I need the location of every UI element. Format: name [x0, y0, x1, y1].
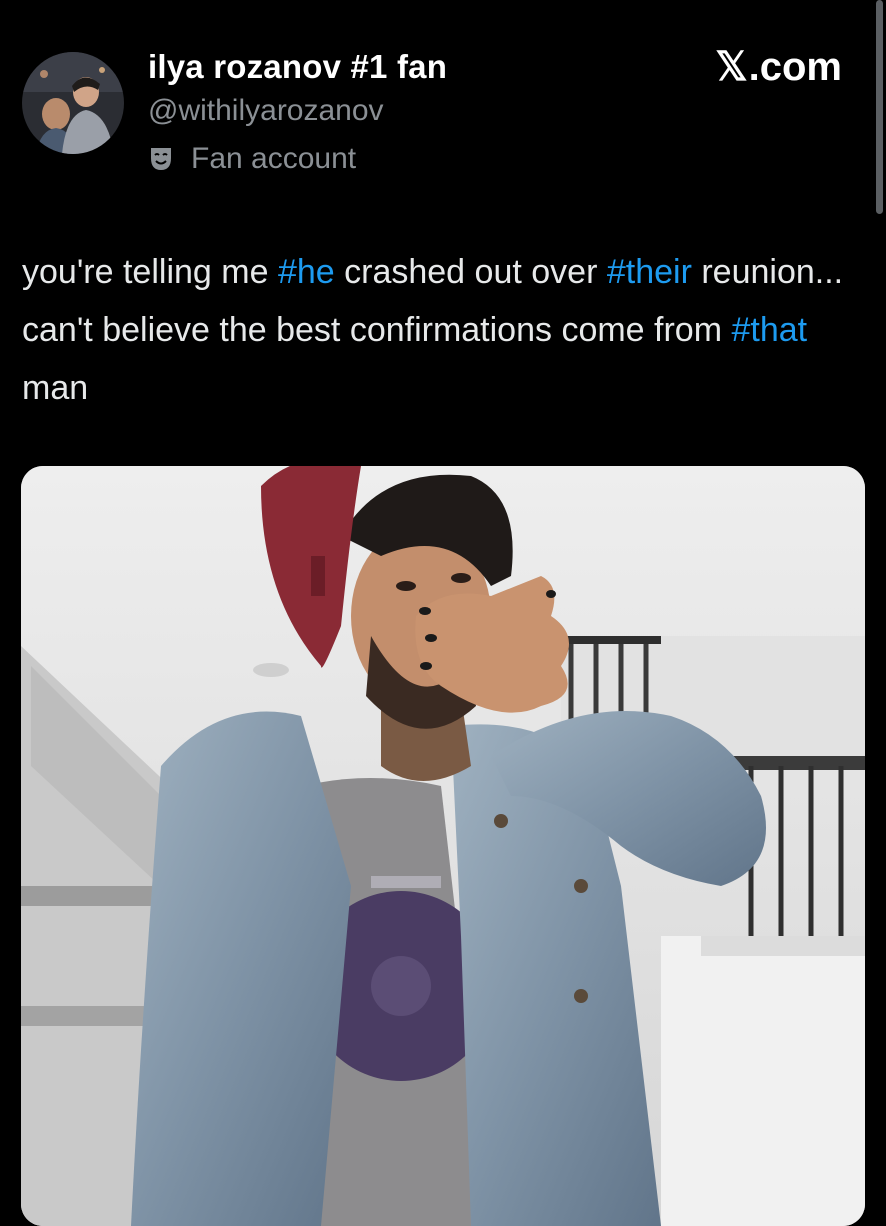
post-header: ilya rozanov #1 fan @withilyarozanov Fan… [0, 0, 886, 230]
account-label-text: Fan account [191, 142, 357, 175]
author-display-name[interactable]: ilya rozanov #1 fan [148, 48, 447, 86]
post-media-photo[interactable] [21, 466, 865, 1226]
post-text-segment: man [22, 369, 89, 407]
post-text-segment: you're telling me [22, 253, 278, 291]
scrollbar[interactable] [876, 0, 883, 214]
x-brand: 𝕏 .com [715, 44, 842, 90]
account-label: Fan account [148, 139, 356, 179]
brand-domain: .com [748, 44, 842, 89]
hashtag-link[interactable]: #he [278, 253, 335, 291]
post-text-segment: crashed out over [334, 253, 607, 291]
hashtag-link[interactable]: #that [731, 311, 807, 349]
theater-masks-icon [148, 146, 174, 172]
avatar[interactable] [22, 52, 124, 154]
author-handle[interactable]: @withilyarozanov [148, 94, 384, 128]
post-text: you're telling me #he crashed out over #… [22, 243, 872, 417]
x-logo-icon: 𝕏 [715, 45, 748, 89]
hashtag-link[interactable]: #their [607, 253, 692, 291]
